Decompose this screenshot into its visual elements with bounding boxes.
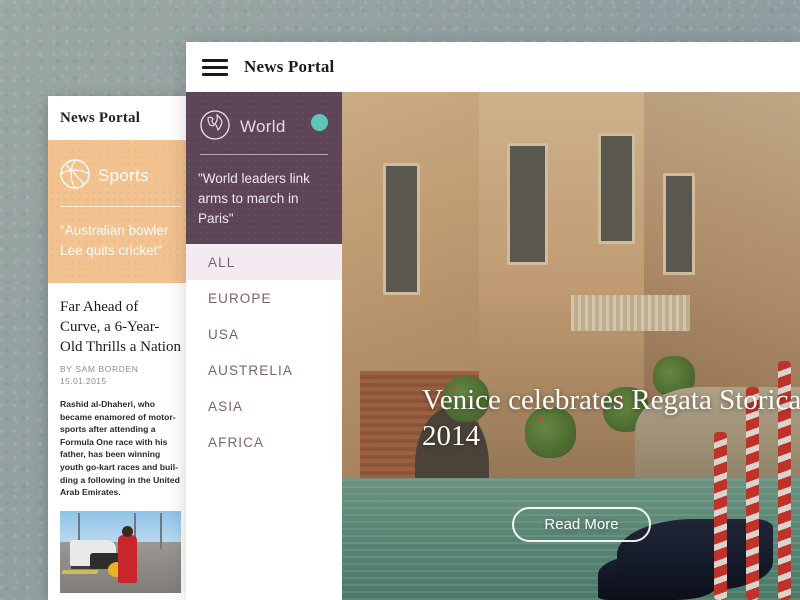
nav-item-europe[interactable]: EUROPE [186, 280, 342, 316]
sports-quote: "Australian bowler Lee quits cricket" [60, 223, 169, 258]
nav-item-austrelia[interactable]: AUSTRELIA [186, 352, 342, 388]
hamburger-menu-icon[interactable] [202, 58, 228, 76]
sports-header: Sports [48, 154, 193, 198]
top-bar: News Portal [186, 42, 800, 92]
article-byline: BY SAM BORDEN [60, 364, 139, 374]
world-quote: "World leaders link arms to march in Par… [198, 171, 310, 226]
world-label: World [240, 117, 286, 136]
nav-item-usa[interactable]: USA [186, 316, 342, 352]
status-badge [311, 114, 328, 131]
nav-item-all[interactable]: ALL [186, 244, 342, 280]
hero-section: Venice celebrates Regata Storica 2014 Re… [342, 92, 800, 600]
nav-item-asia[interactable]: ASIA [186, 388, 342, 424]
sports-label: Sports [98, 166, 149, 185]
left-card-brand: News Portal [60, 109, 141, 126]
article-date: 15.01.2015 [60, 376, 107, 386]
article-body: Rashid al-Dhaheri, who became enamored o… [60, 399, 180, 498]
region-nav-list: ALL EUROPE USA AUSTRELIA ASIA AFRICA [186, 244, 342, 460]
nav-item-africa[interactable]: AFRICA [186, 424, 342, 460]
sports-card: News Portal Sports "Australian bowler Le… [48, 96, 193, 600]
main-panel: News Portal World "World leaders link ar… [186, 42, 800, 600]
page-title: News Portal [244, 57, 335, 76]
nav-column: World "World leaders link arms to march … [186, 92, 342, 600]
world-divider [200, 154, 328, 155]
sports-category-block[interactable]: Sports "Australian bowler Lee quits cric… [48, 140, 193, 283]
globe-icon [198, 108, 232, 147]
article-photo [60, 510, 181, 593]
basketball-icon [58, 157, 92, 196]
article-title: Far Ahead of Curve, a 6-Year-Old Thrills… [60, 299, 181, 355]
world-header: World [198, 106, 330, 148]
content-row: World "World leaders link arms to march … [186, 92, 800, 600]
sports-divider [60, 206, 181, 207]
world-category-block[interactable]: World "World leaders link arms to march … [186, 92, 342, 244]
hero-title: Venice celebrates Regata Storica 2014 [422, 384, 800, 452]
read-more-button[interactable]: Read More [512, 507, 651, 542]
article-preview[interactable]: Far Ahead of Curve, a 6-Year-Old Thrills… [48, 283, 193, 593]
